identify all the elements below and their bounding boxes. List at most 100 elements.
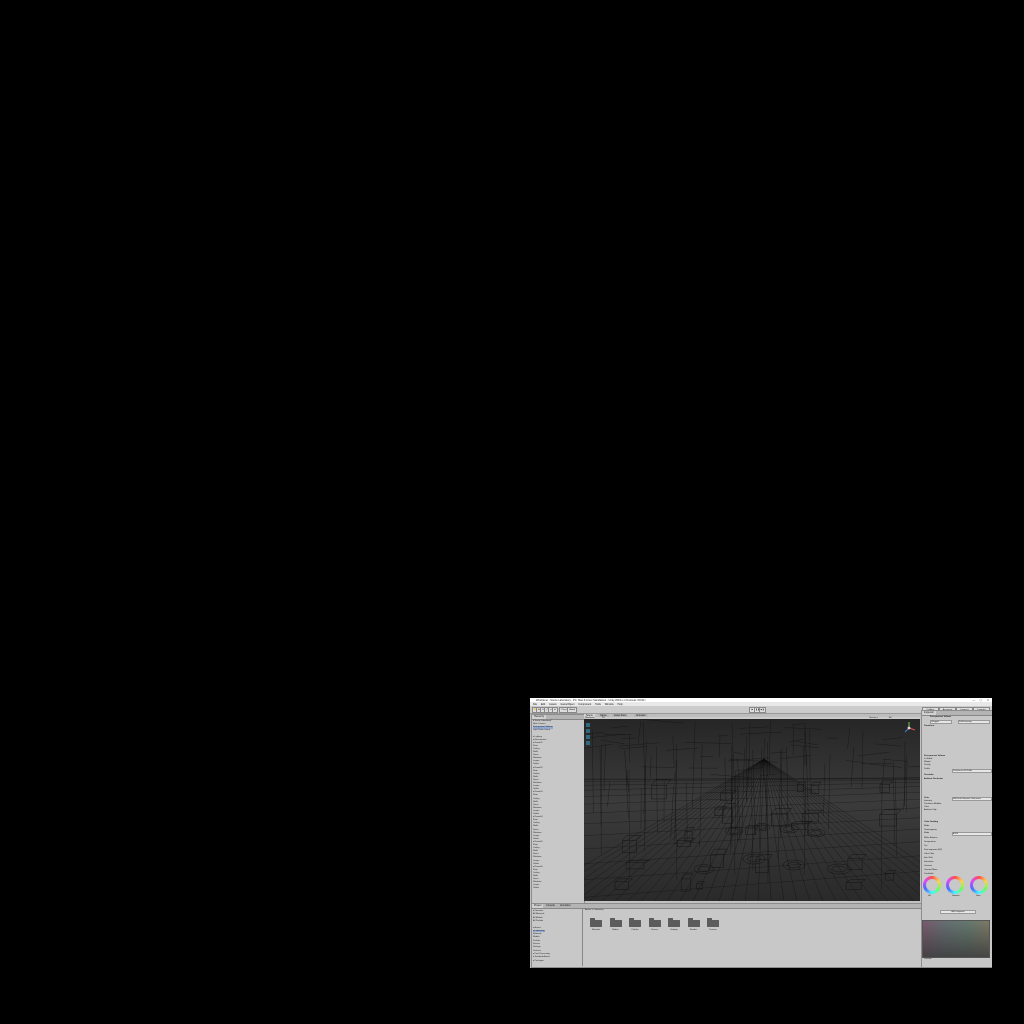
hierarchy-item[interactable]: Ceiling <box>533 872 539 874</box>
hierarchy-item[interactable]: ▾ Room02 <box>533 767 542 769</box>
project-tree-item[interactable]: Prefabs <box>533 940 540 942</box>
hierarchy-item[interactable]: Windows <box>533 807 541 809</box>
hierarchy-item[interactable]: Windows <box>533 856 541 858</box>
hierarchy-item[interactable]: Lamps <box>533 860 539 862</box>
hierarchy-item[interactable]: Tables <box>533 863 539 865</box>
hierarchy-item[interactable]: Doors <box>533 804 539 806</box>
add-component-button[interactable]: Add Component <box>940 910 976 915</box>
hierarchy-item[interactable]: Floor <box>533 770 538 772</box>
project-tree-item[interactable]: Textures <box>533 950 541 952</box>
hierarchy-item[interactable]: Floor <box>533 745 538 747</box>
tab-animation[interactable]: Animation <box>558 904 573 908</box>
tonemapping-mode-dropdown[interactable]: ACES <box>952 832 992 837</box>
hierarchy-item[interactable]: Floor <box>533 844 538 846</box>
folder-icon[interactable] <box>687 918 700 927</box>
hierarchy-item[interactable]: Lamps <box>533 835 539 837</box>
folder-label: Materials <box>591 929 601 931</box>
project-tree-item[interactable]: All Models <box>533 917 543 919</box>
hierarchy-item[interactable]: ▾ Room05 <box>533 841 542 843</box>
layer-dropdown[interactable]: PostProcessing <box>958 719 990 724</box>
hierarchy-item[interactable]: ▾ Room01 <box>533 742 542 744</box>
hierarchy-item[interactable]: Ceiling <box>533 798 539 800</box>
project-tree-item[interactable]: Materials <box>533 933 541 935</box>
project-tree-item[interactable]: ▸ Post Processing <box>533 953 550 955</box>
inspector-row: Temperature <box>924 841 936 843</box>
folder-label: Scenes <box>651 929 658 931</box>
hierarchy-item[interactable]: Lamps <box>533 884 539 886</box>
project-tree-item[interactable]: Models <box>533 936 540 938</box>
hierarchy-item[interactable]: Lamps <box>533 760 539 762</box>
project-panel: Project Console Animation ▾ Favorites Al… <box>531 903 922 968</box>
object-name[interactable]: Post-process Volume <box>930 716 951 719</box>
hierarchy-item[interactable]: Doors <box>533 779 539 781</box>
hierarchy-item[interactable]: Tables <box>533 838 539 840</box>
hierarchy-item[interactable]: Tables <box>533 887 539 889</box>
tab-hierarchy[interactable]: Hierarchy <box>532 715 547 719</box>
hierarchy-item[interactable]: Walls <box>533 776 538 778</box>
folder-icon[interactable] <box>629 918 641 927</box>
inspector-row[interactable]: Transform <box>924 725 934 728</box>
inspector-row: Mode <box>924 832 930 834</box>
hierarchy-item[interactable]: Ceiling <box>533 773 539 775</box>
hierarchy-item[interactable]: Ceiling <box>533 847 539 849</box>
hierarchy-item[interactable]: Floor <box>533 869 538 871</box>
hierarchy-item[interactable]: Windows <box>533 881 541 883</box>
gamma-wheel[interactable] <box>946 876 964 894</box>
folder-icon[interactable] <box>668 918 680 927</box>
hierarchy-item[interactable]: Doors <box>533 829 539 831</box>
project-tree-item[interactable]: ▾ Assets <box>533 927 541 929</box>
hierarchy-item[interactable]: Floor <box>533 794 538 796</box>
gain-label: Gain <box>976 895 981 897</box>
hierarchy-item[interactable]: Walls <box>533 801 538 803</box>
inspector-row: Priority <box>924 764 931 766</box>
hierarchy-item[interactable]: Lamps <box>533 785 539 787</box>
project-tree-item[interactable]: ▸ Packages <box>533 960 544 962</box>
hierarchy-item[interactable]: Walls <box>533 825 538 827</box>
transform-tool-button[interactable]: ⊕ <box>552 707 558 713</box>
ao-mode-dropdown[interactable]: Multi Scale Volumetric Obscurance <box>952 797 992 802</box>
folder-label: Models <box>612 929 619 931</box>
inspector-row[interactable]: Ambient Occlusion <box>924 778 943 781</box>
inspector-row[interactable]: Color Grading <box>924 821 938 824</box>
global-toggle[interactable]: Global <box>567 707 577 713</box>
hierarchy-item[interactable]: Ceiling <box>533 822 539 824</box>
tab-console[interactable]: Console <box>544 904 557 908</box>
project-breadcrumb[interactable]: Assets > Laboratory <box>585 909 604 911</box>
project-tree-item[interactable]: ▸ Laboratory <box>533 929 545 933</box>
folder-icon[interactable] <box>648 918 661 927</box>
preview-label: Preview <box>924 958 932 960</box>
inspector-row: Color Filter <box>924 853 935 855</box>
hierarchy-item[interactable]: Floor <box>533 819 538 821</box>
project-tree-item[interactable]: All Prefabs <box>533 920 543 922</box>
project-tree-item[interactable]: Settings <box>533 946 541 948</box>
hierarchy-item[interactable]: Doors <box>533 878 539 880</box>
hierarchy-item[interactable]: Windows <box>533 757 541 759</box>
hierarchy-item[interactable]: Windows <box>533 832 541 834</box>
tab-project[interactable]: Project <box>532 904 544 908</box>
hierarchy-item[interactable]: Doors <box>533 754 539 756</box>
project-tree-item[interactable]: All Materials <box>533 913 544 915</box>
project-tree-item[interactable]: ▸ Standard Assets <box>533 956 550 958</box>
folder-icon[interactable] <box>609 918 622 927</box>
hierarchy-item[interactable]: Lamps <box>533 810 539 812</box>
hierarchy-item[interactable]: Light Probe Group <box>533 729 550 731</box>
inspector-row: Contrast <box>924 865 932 867</box>
hierarchy-item[interactable]: ▸ Environment <box>533 739 546 741</box>
lift-wheel[interactable] <box>923 876 941 894</box>
tag-dropdown[interactable]: Untagged <box>930 719 952 724</box>
color-grading-preview <box>922 920 990 958</box>
folder-icon[interactable] <box>707 918 719 927</box>
hierarchy-item[interactable]: Tables <box>533 763 539 765</box>
profile-field[interactable]: Post-process Vol Profile <box>952 769 992 774</box>
tab-inspector[interactable]: Inspector <box>922 711 936 715</box>
inspector-row: White Balance <box>924 837 938 839</box>
hierarchy-item[interactable]: ▸ Lighting <box>533 736 542 738</box>
hierarchy-item[interactable]: Ceiling <box>533 748 539 750</box>
hierarchy-item[interactable]: ▾ Room06 <box>533 866 542 868</box>
hierarchy-item[interactable]: Doors <box>533 853 539 855</box>
scene-viewport[interactable] <box>584 719 920 901</box>
step-button[interactable]: ▶❚ <box>759 707 766 713</box>
folder-icon[interactable] <box>590 918 602 927</box>
gain-wheel[interactable] <box>970 876 988 894</box>
hierarchy-item[interactable]: Windows <box>533 782 541 784</box>
